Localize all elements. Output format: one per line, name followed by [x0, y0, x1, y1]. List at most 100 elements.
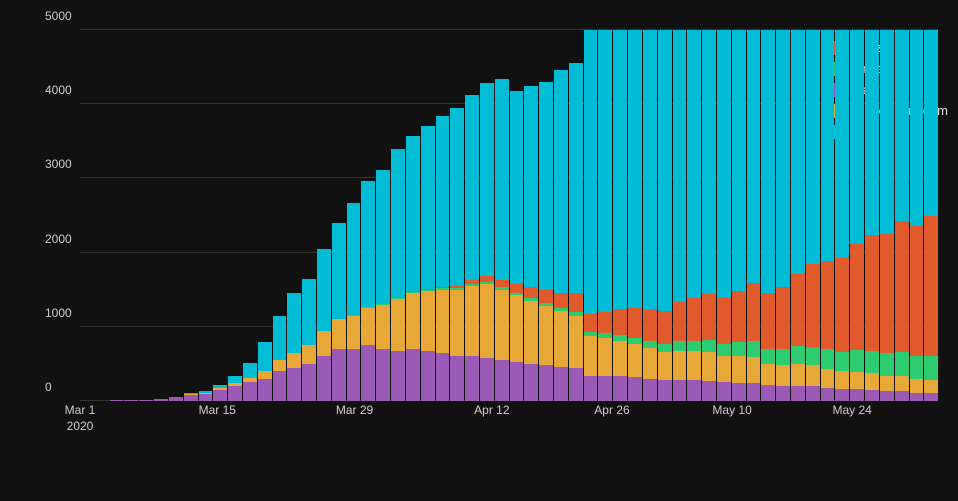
bar-segment-india [747, 341, 761, 357]
bar-segment-uk [524, 301, 538, 364]
bar-segment-brazil [910, 226, 924, 356]
bar-segment-italy [228, 386, 242, 401]
bar-segment-uk [554, 311, 568, 367]
bar-group [613, 30, 627, 401]
bar-segment-italy [302, 364, 316, 401]
x-tick: May 10 [712, 403, 751, 419]
bar-group [598, 30, 612, 401]
bar-segment-us [747, 30, 761, 283]
bar-segment-brazil [821, 261, 835, 349]
bar-segment-italy [895, 391, 909, 401]
bar-segment-us [895, 30, 909, 221]
bar-segment-uk [480, 284, 494, 358]
bar-segment-india [761, 349, 775, 364]
bar-segment-italy [421, 351, 435, 401]
bar-segment-india [776, 349, 790, 365]
bar-segment-us [628, 30, 642, 308]
bar-segment-us [732, 30, 746, 291]
bar-segment-italy [184, 395, 198, 401]
bar-segment-brazil [850, 244, 864, 351]
bar-segment-italy [569, 368, 583, 401]
bar-segment-india [880, 353, 894, 375]
bar-segment-uk [347, 316, 361, 349]
bar-segment-india [791, 346, 805, 364]
bar-segment-uk [895, 376, 909, 391]
bar-segment-uk [376, 305, 390, 350]
bar-segment-italy [910, 393, 924, 401]
bar-segment-uk [421, 291, 435, 350]
bar-segment-italy [643, 379, 657, 401]
bar-segment-italy [376, 349, 390, 401]
bar-segment-uk [258, 371, 272, 378]
bar-segment-italy [747, 383, 761, 401]
y-tick: 2000 [45, 232, 72, 246]
x-tick: Mar 15 [199, 403, 236, 419]
bar-group [154, 30, 168, 401]
bar-segment-italy [510, 362, 524, 401]
bar-segment-uk [761, 364, 775, 386]
bar-segment-italy [332, 349, 346, 401]
bar-segment-brazil [776, 287, 790, 349]
bar-segment-italy [287, 368, 301, 401]
bar-segment-us [643, 30, 657, 309]
bar-group [213, 30, 227, 401]
bar-segment-us [584, 30, 598, 314]
bar-segment-india [895, 352, 909, 376]
bar-group [450, 30, 464, 401]
bar-group [895, 30, 909, 401]
bar-segment-us [687, 30, 701, 298]
bar-segment-brazil [761, 293, 775, 349]
bar-group [287, 30, 301, 401]
bar-segment-italy [169, 397, 183, 401]
bar-segment-us [495, 79, 509, 279]
bar-segment-india [673, 341, 687, 351]
bar-segment-uk [717, 356, 731, 382]
bar-segment-us [761, 30, 775, 293]
bar-segment-italy [717, 382, 731, 401]
bar-segment-us [910, 30, 924, 226]
bar-group [273, 30, 287, 401]
bar-segment-uk [643, 348, 657, 378]
x-ticks: Mar 1 2020Mar 15Mar 29Apr 12Apr 26May 10… [80, 403, 938, 443]
bar-segment-us [376, 170, 390, 304]
bar-segment-us [791, 30, 805, 274]
bar-segment-india [658, 344, 672, 352]
bar-segment-brazil [673, 302, 687, 341]
bar-segment-us [658, 30, 672, 311]
bar-group [761, 30, 775, 401]
bar-segment-us [332, 223, 346, 319]
bar-segment-india [865, 351, 879, 373]
bar-group [776, 30, 790, 401]
bar-segment-uk [687, 351, 701, 380]
bar-segment-india [850, 350, 864, 371]
bar-segment-uk [465, 286, 479, 356]
bar-group [584, 30, 598, 401]
bar-segment-uk [317, 331, 331, 357]
bar-segment-us [510, 91, 524, 284]
bar-segment-uk [924, 380, 938, 393]
bar-segment-italy [761, 385, 775, 401]
bar-segment-uk [598, 338, 612, 376]
bar-segment-us [554, 70, 568, 293]
bar-group [880, 30, 894, 401]
bar-group [406, 30, 420, 401]
y-tick: 5000 [45, 9, 72, 23]
bar-segment-us [480, 83, 494, 276]
bar-segment-brazil [598, 312, 612, 334]
bar-segment-us [258, 342, 272, 372]
bar-segment-us [835, 30, 849, 258]
bar-segment-italy [154, 399, 168, 401]
bar-segment-brazil [895, 221, 909, 352]
bar-segment-us [673, 30, 687, 302]
bar-group [717, 30, 731, 401]
bar-segment-italy [598, 376, 612, 401]
bar-segment-italy [613, 376, 627, 401]
bar-segment-brazil [702, 294, 716, 340]
bar-segment-uk [865, 373, 879, 390]
bar-group [835, 30, 849, 401]
bar-group [495, 30, 509, 401]
bar-segment-us [391, 149, 405, 297]
bar-segment-uk [835, 371, 849, 389]
bar-segment-brazil [584, 314, 598, 332]
bar-segment-brazil [569, 293, 583, 312]
